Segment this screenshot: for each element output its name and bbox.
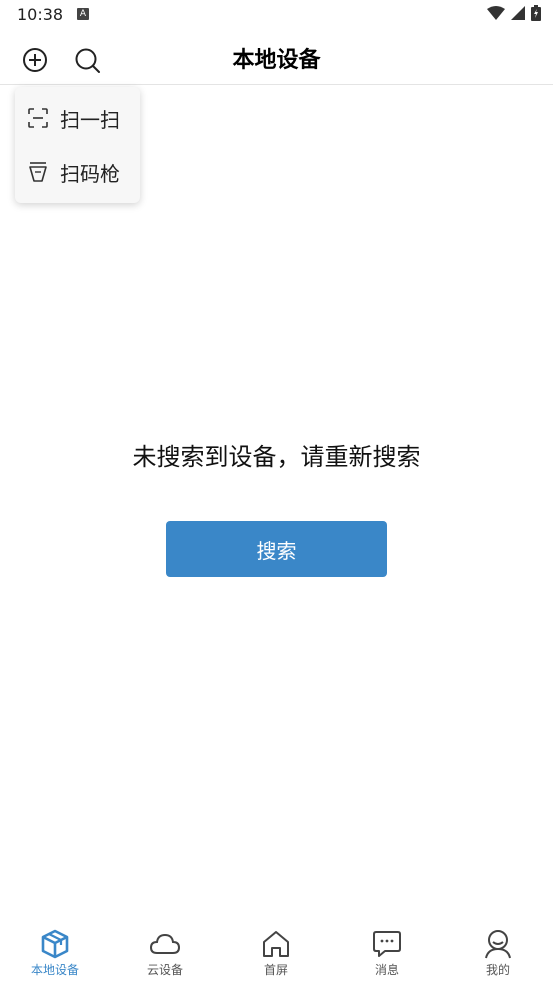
notification-icon: A <box>77 8 89 20</box>
box-icon <box>41 929 69 959</box>
add-popup-menu: 扫一扫 扫码枪 <box>15 87 140 203</box>
status-icons <box>487 5 541 21</box>
battery-icon <box>531 5 541 21</box>
tab-label: 我的 <box>485 963 510 977</box>
tab-local-devices[interactable]: 本地设备 <box>0 918 110 983</box>
bottom-tab-bar: 本地设备 云设备 首屏 消息 我的 <box>0 918 553 983</box>
home-icon <box>263 931 289 957</box>
tab-label: 消息 <box>374 963 399 977</box>
cloud-icon <box>149 933 181 954</box>
signal-icon <box>511 6 525 20</box>
search-button[interactable]: 搜索 <box>166 521 387 577</box>
menu-item-scan[interactable]: 扫一扫 <box>15 93 140 143</box>
wifi-icon <box>487 6 505 20</box>
tab-home-screen[interactable]: 首屏 <box>221 918 331 983</box>
scanner-gun-icon <box>29 162 47 182</box>
tab-label: 本地设备 <box>30 963 79 977</box>
tab-label: 首屏 <box>263 963 288 977</box>
message-icon <box>373 931 401 957</box>
tab-label: 云设备 <box>146 963 183 977</box>
menu-item-label: 扫一扫 <box>60 107 120 132</box>
tab-messages[interactable]: 消息 <box>332 918 442 983</box>
screen: 10:38 A 本地设备 扫一扫 扫码枪 未搜索到设备，请重新搜索 搜索 本地设… <box>0 0 553 983</box>
menu-item-label: 扫码枪 <box>60 161 120 186</box>
tab-mine[interactable]: 我的 <box>443 918 553 983</box>
status-time: 10:38 <box>17 5 64 24</box>
header: 本地设备 <box>0 30 553 85</box>
page-title: 本地设备 <box>232 48 321 73</box>
tab-cloud-devices[interactable]: 云设备 <box>110 918 220 983</box>
user-icon <box>485 930 511 959</box>
empty-state-message: 未搜索到设备，请重新搜索 <box>132 443 421 471</box>
scan-icon <box>28 108 48 128</box>
status-bar: 10:38 A <box>0 0 553 30</box>
menu-item-scanner-gun[interactable]: 扫码枪 <box>15 147 140 197</box>
